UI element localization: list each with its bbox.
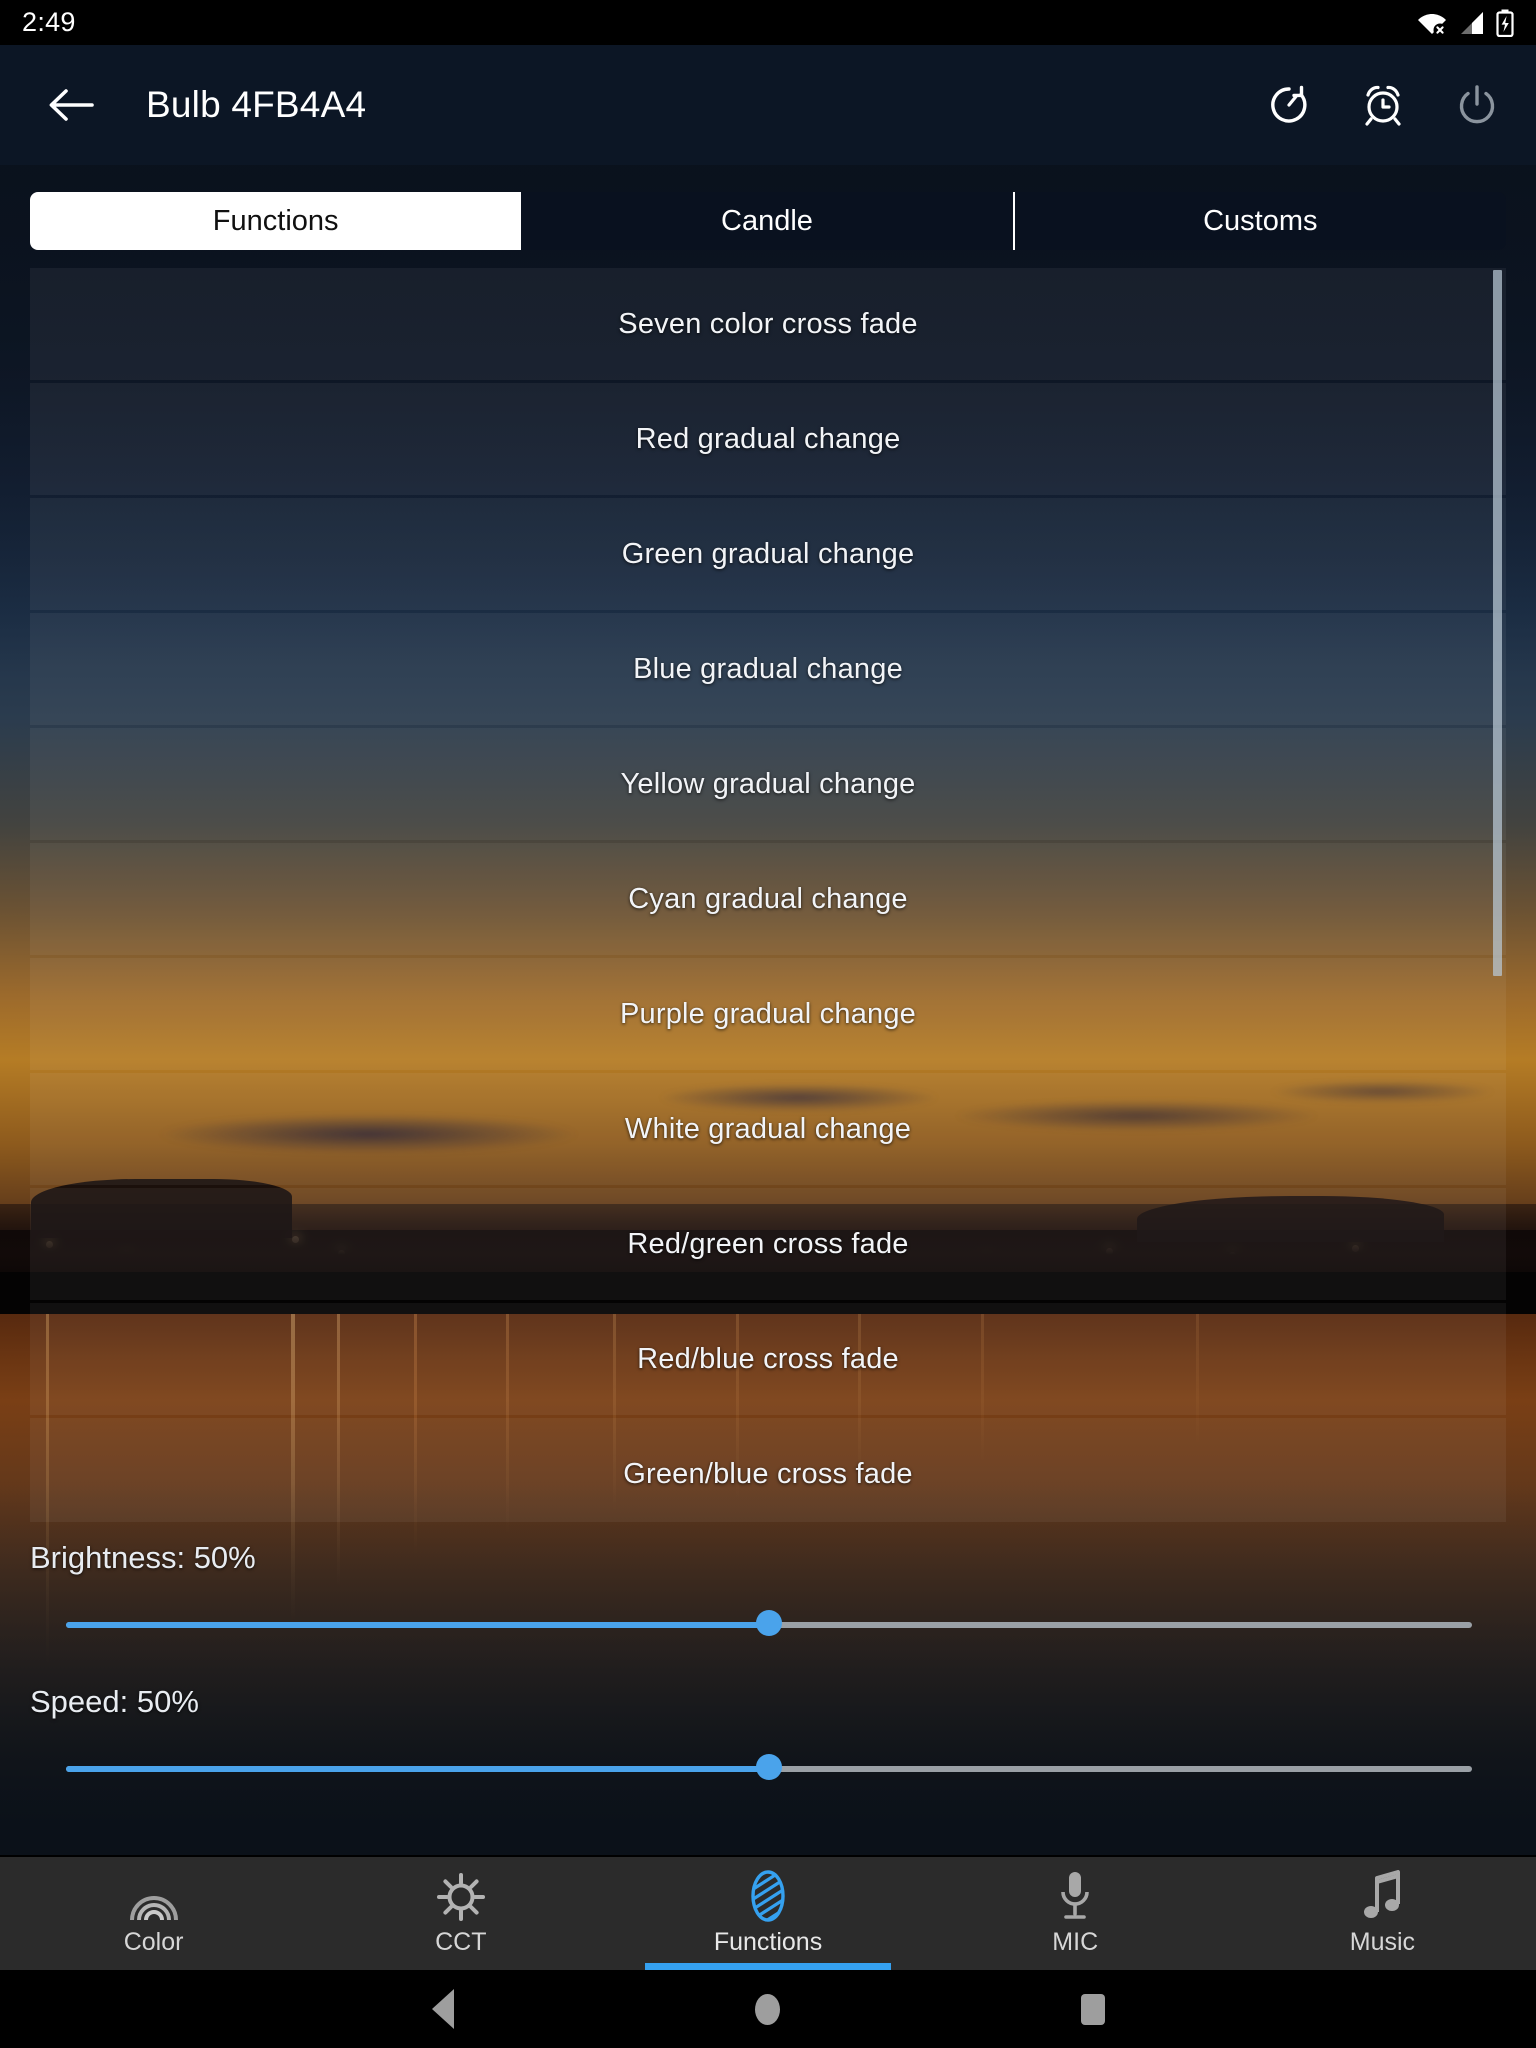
status-clock: 2:49 [22,7,76,37]
nav-active-indicator [645,1963,891,1970]
nav-item-music-label: Music [1349,1928,1416,1956]
tab-customs-label: Customs [1203,204,1318,237]
sun-icon [436,1870,486,1922]
list-scrollbar[interactable] [1493,268,1502,1522]
speed-slider-fill [66,1766,769,1772]
nav-item-cct-label: CCT [435,1928,487,1956]
nav-item-functions-label: Functions [713,1928,823,1956]
rainbow-icon [127,1870,181,1922]
back-arrow-icon[interactable] [40,74,102,136]
list-item[interactable]: Yellow gradual change [30,728,1506,840]
list-item[interactable]: White gradual change [30,1073,1506,1185]
list-scrollbar-thumb[interactable] [1493,270,1502,976]
microphone-icon [1058,1870,1092,1922]
effect-label: Blue gradual change [633,652,903,685]
list-item[interactable]: Blue gradual change [30,613,1506,725]
timer-icon[interactable] [1258,74,1320,136]
striped-oval-icon [749,1870,787,1922]
effect-label: Green gradual change [621,537,915,570]
bottom-navigation: Color CCT Functions MIC Music [0,1857,1536,1970]
power-icon[interactable] [1446,74,1508,136]
nav-item-cct[interactable]: CCT [307,1857,614,1970]
android-back-button[interactable] [408,1986,478,2032]
effect-label: Cyan gradual change [628,882,908,915]
speed-label: Speed: 50% [30,1684,199,1719]
effect-label: Seven color cross fade [618,307,918,340]
effect-label: Yellow gradual change [620,767,916,800]
battery-charging-icon [1496,9,1514,37]
effect-label: Red gradual change [635,422,901,455]
slider-controls: Brightness: 50% Speed: 50% [0,1540,1536,1860]
list-item[interactable]: Green/blue cross fade [30,1418,1506,1522]
cellular-signal-icon [1461,11,1483,34]
effect-label: Green/blue cross fade [623,1457,913,1490]
recents-square-icon [1081,1993,1106,2025]
effect-label: Red/blue cross fade [637,1342,899,1375]
speed-slider[interactable] [66,1754,1472,1780]
tab-customs[interactable]: Customs [1014,192,1506,250]
nav-item-color-label: Color [123,1928,184,1956]
home-circle-icon [755,1993,781,2025]
page-title: Bulb 4FB4A4 [146,84,367,125]
android-system-nav [0,1970,1536,2048]
tab-candle[interactable]: Candle [521,192,1015,250]
brightness-slider[interactable] [66,1610,1472,1636]
tab-candle-label: Candle [721,204,813,237]
list-item[interactable]: Cyan gradual change [30,843,1506,955]
nav-item-music[interactable]: Music [1229,1857,1536,1970]
list-item[interactable]: Purple gradual change [30,958,1506,1070]
slider-spacer [0,1630,1536,1684]
effect-label: Red/green cross fade [627,1227,909,1260]
effects-list[interactable]: Seven color cross fade Red gradual chang… [30,268,1506,1522]
list-item[interactable]: Red/green cross fade [30,1188,1506,1300]
tab-functions-label: Functions [212,204,339,237]
effect-label: White gradual change [624,1112,912,1145]
effect-label: Purple gradual change [619,997,917,1030]
android-home-button[interactable] [733,1986,803,2032]
nav-item-color[interactable]: Color [0,1857,307,1970]
brightness-slider-fill [66,1622,769,1628]
music-note-icon [1360,1870,1404,1922]
list-item[interactable]: Red/blue cross fade [30,1303,1506,1415]
list-item[interactable]: Seven color cross fade [30,268,1506,380]
alarm-icon[interactable] [1352,74,1414,136]
wifi-no-internet-icon [1418,13,1447,36]
app-root: 2:49 Bulb 4FB4A4 Functions Candle Custom… [0,0,1536,2048]
list-item[interactable]: Green gradual change [30,498,1506,610]
app-bar-actions [1258,74,1508,136]
tab-functions[interactable]: Functions [30,192,522,250]
app-bar: Bulb 4FB4A4 [0,45,1536,165]
nav-item-functions[interactable]: Functions [614,1857,921,1970]
android-recents-button[interactable] [1058,1986,1128,2032]
brightness-label: Brightness: 50% [30,1540,256,1575]
nav-item-mic-label: MIC [1052,1928,1099,1956]
status-bar: 2:49 [0,0,1536,45]
back-triangle-icon [431,1989,454,2029]
list-item[interactable]: Red gradual change [30,383,1506,495]
speed-slider-thumb[interactable] [756,1754,782,1780]
status-icons [1417,9,1514,37]
nav-item-mic[interactable]: MIC [922,1857,1229,1970]
tab-strip: Functions Candle Customs [30,192,1506,250]
brightness-slider-thumb[interactable] [756,1610,782,1636]
